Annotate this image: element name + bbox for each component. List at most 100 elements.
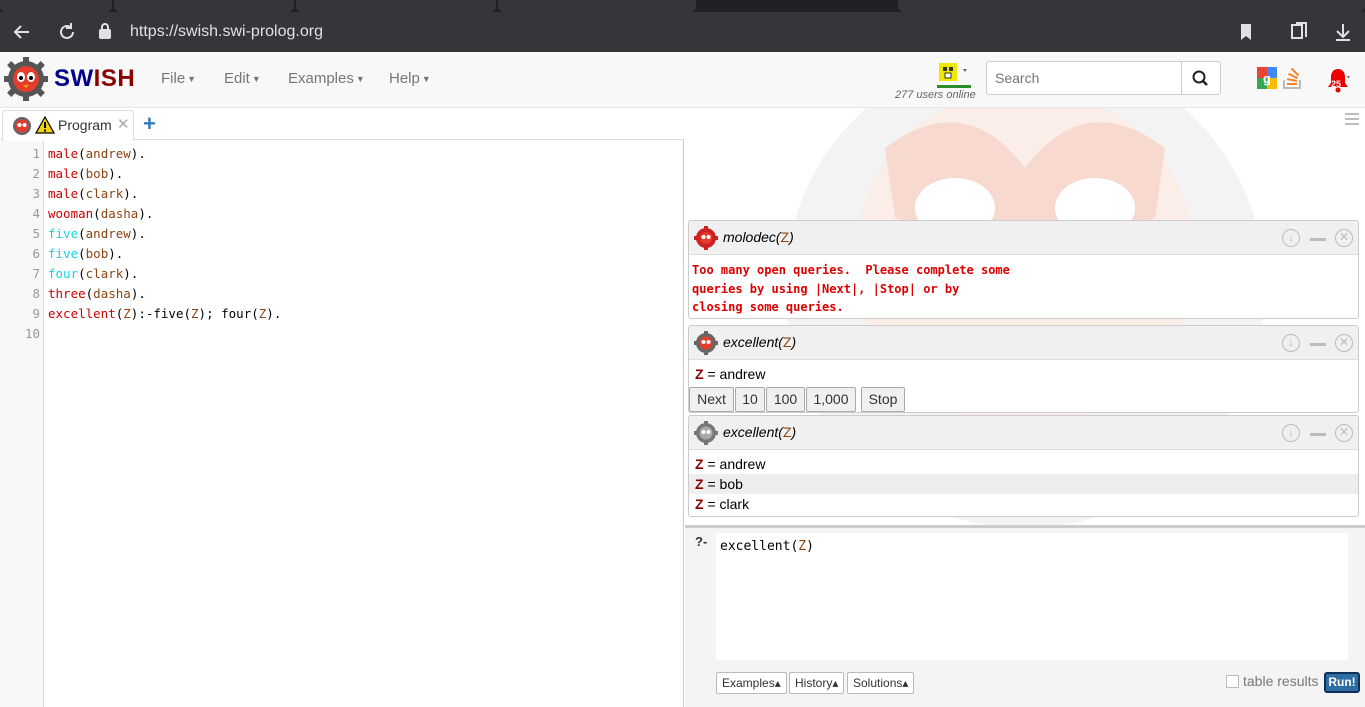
url-text: https://swish.swi-prolog.org: [130, 23, 323, 40]
menu-examples[interactable]: Examples ▼: [288, 70, 365, 87]
answer-row: Z = bob: [689, 474, 1358, 494]
menu-file[interactable]: File ▼: [161, 70, 196, 87]
svg-text:g: g: [1263, 71, 1271, 86]
caret-down-icon: ▼: [251, 74, 261, 85]
close-icon[interactable]: ✕: [1335, 229, 1353, 247]
line-number: 3: [32, 186, 40, 201]
tab-program[interactable]: Program ✕: [2, 110, 134, 141]
query-prompt: ?-: [695, 534, 708, 549]
google-login-icon[interactable]: g: [1257, 67, 1277, 89]
next-1000-button[interactable]: 1,000: [806, 387, 856, 412]
program-editor-pane: Program ✕ + 1 male(andrew). 2 male(bob). 3…: [0, 108, 684, 707]
menu-label: Edit: [224, 70, 250, 87]
table-results-checkbox[interactable]: [1226, 675, 1239, 688]
download-icon[interactable]: [1331, 20, 1355, 44]
browser-tab[interactable]: [296, 0, 496, 12]
history-dropdown-button[interactable]: History▴: [789, 672, 845, 694]
runner-running-icon: [694, 331, 718, 355]
runner-query-text: excellent(Z): [723, 334, 797, 350]
line-number: 8: [32, 286, 40, 301]
download-icon[interactable]: ↓: [1282, 334, 1300, 352]
caret-down-icon: ▼: [421, 74, 431, 85]
examples-dropdown-button[interactable]: Examples▴: [716, 672, 787, 694]
close-tab-icon[interactable]: ✕: [117, 115, 130, 133]
line-number: 4: [32, 206, 40, 221]
code-text: five(bob).: [48, 246, 124, 261]
download-icon[interactable]: ↓: [1282, 229, 1300, 247]
next-100-button[interactable]: 100: [766, 387, 805, 412]
next-button[interactable]: Next: [689, 387, 734, 412]
users-online-icon[interactable]: [937, 61, 971, 89]
code-text: five(andrew).: [48, 226, 146, 241]
query-runner: excellent(Z) ↓ ✕ Z = andrew Next 10 100 …: [688, 325, 1359, 413]
bookmark-icon[interactable]: [1234, 20, 1258, 44]
users-online-count: 277 users online: [895, 89, 976, 101]
menu-help[interactable]: Help ▼: [389, 70, 431, 87]
browser-tabstrip: [0, 0, 1365, 12]
solutions-dropdown-button[interactable]: Solutions▴: [847, 672, 915, 694]
swish-logo-icon[interactable]: [4, 57, 48, 101]
code-text: male(clark).: [48, 186, 139, 201]
swish-navbar: SWISH File ▼ Edit ▼ Examples ▼ Help ▼ 277 us…: [0, 52, 1365, 108]
line-number: 9: [32, 306, 40, 321]
line-number: 1: [32, 146, 40, 161]
add-tab-icon[interactable]: +: [143, 111, 156, 137]
code-text: four(clark).: [48, 266, 139, 281]
back-arrow-icon[interactable]: [10, 20, 34, 44]
query-runner: excellent(Z) ↓ ✕ Z = andrew Z = bob Z = …: [688, 415, 1359, 517]
editor-tabbar: Program ✕ +: [0, 108, 684, 141]
browser-tab[interactable]: [498, 0, 696, 12]
menu-label: Help: [389, 70, 420, 87]
line-number: 5: [32, 226, 40, 241]
browser-tab[interactable]: [114, 0, 294, 12]
hamburger-menu-icon[interactable]: [1345, 112, 1359, 126]
search-input[interactable]: [986, 61, 1182, 95]
query-runner: molodec(Z) ↓ ✕ Too many open queries. Pl…: [688, 220, 1359, 319]
caret-down-icon: ▼: [187, 74, 197, 85]
lock-icon: [99, 23, 111, 39]
runner-query-text: excellent(Z): [723, 424, 797, 440]
code-text: three(dasha).: [48, 286, 146, 301]
swish-mini-logo-icon: [13, 117, 31, 135]
notification-count: 25: [1331, 79, 1342, 89]
stop-button[interactable]: Stop: [861, 387, 905, 412]
line-number: 10: [24, 326, 40, 341]
browser-tab[interactable]: [898, 0, 1365, 12]
collections-icon[interactable]: [1287, 20, 1311, 44]
url-field[interactable]: https://swish.swi-prolog.org: [92, 18, 1272, 46]
search-button[interactable]: [1181, 61, 1221, 95]
tab-program-label: Program: [58, 117, 112, 133]
browser-address-bar: https://swish.swi-prolog.org: [0, 12, 1365, 52]
code-text: male(andrew).: [48, 146, 146, 161]
minimize-icon[interactable]: [1310, 433, 1326, 436]
reload-icon[interactable]: [55, 20, 79, 44]
menu-label: Examples: [288, 70, 354, 87]
run-button[interactable]: Run!: [1324, 672, 1360, 693]
menu-edit[interactable]: Edit ▼: [224, 70, 261, 87]
line-number: 6: [32, 246, 40, 261]
query-area: ?- excellent(Z) Examples▴ History▴ Solut…: [685, 528, 1365, 707]
query-text: excellent(Z): [720, 539, 814, 554]
stackoverflow-icon[interactable]: [1282, 66, 1304, 90]
code-text: excellent(Z):-five(Z); four(Z).: [48, 306, 282, 321]
runner-query-text: molodec(Z): [723, 229, 794, 245]
browser-tab[interactable]: [0, 0, 112, 12]
runner-header: molodec(Z) ↓ ✕: [689, 221, 1358, 255]
brand-title[interactable]: SWISH: [54, 65, 135, 93]
download-icon[interactable]: ↓: [1282, 424, 1300, 442]
query-editor[interactable]: excellent(Z): [716, 533, 1348, 660]
table-results-label: table results: [1243, 673, 1319, 689]
brand-sw: SW: [54, 65, 94, 92]
minimize-icon[interactable]: [1310, 238, 1326, 241]
runner-header: excellent(Z) ↓ ✕: [689, 326, 1358, 360]
runner-error-icon: [694, 226, 718, 250]
minimize-icon[interactable]: [1310, 343, 1326, 346]
close-icon[interactable]: ✕: [1335, 334, 1353, 352]
next-10-button[interactable]: 10: [735, 387, 765, 412]
answer-row: Z = andrew: [695, 366, 766, 382]
close-icon[interactable]: ✕: [1335, 424, 1353, 442]
runner-header: excellent(Z) ↓ ✕: [689, 416, 1358, 450]
answer-row: Z = andrew: [695, 456, 766, 472]
runner-error-message: Too many open queries. Please complete s…: [692, 263, 1010, 314]
runner-controls: Next 10 100 1,000 Stop: [689, 387, 1358, 412]
